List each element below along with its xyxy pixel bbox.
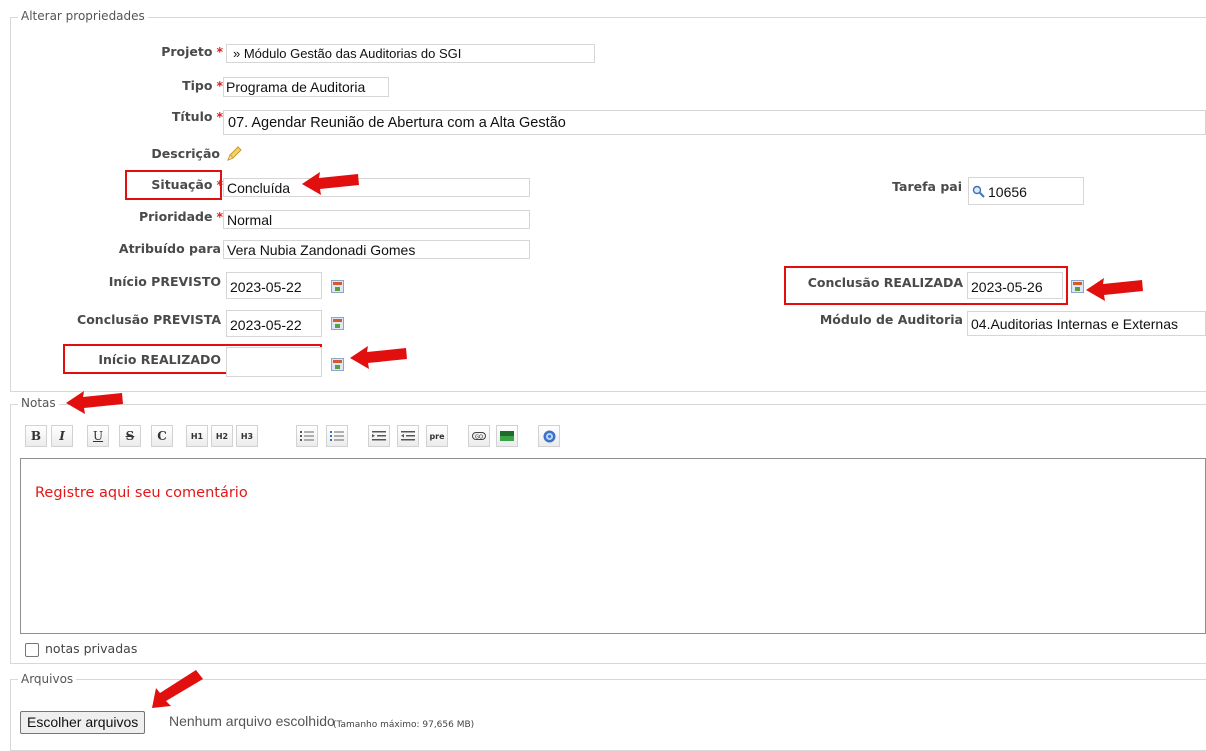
annotation-arrow-arquivos	[152, 670, 203, 708]
no-file-chosen-text: Nenhum arquivo escolhido	[169, 713, 335, 729]
h1-button[interactable]: H1	[186, 425, 208, 447]
link-button[interactable]: GO	[468, 425, 490, 447]
help-button[interactable]	[538, 425, 560, 447]
h3-button[interactable]: H3	[236, 425, 258, 447]
choose-files-button[interactable]: Escolher arquivos	[20, 711, 146, 734]
annotation-arrow-conclusao-realizada	[1086, 278, 1143, 301]
pencil-icon[interactable]	[225, 145, 243, 163]
conclusao-prevista-label: Conclusão PREVISTA	[77, 312, 221, 327]
files-legend: Arquivos	[18, 672, 77, 686]
image-icon	[500, 431, 514, 441]
notes-legend: Notas	[18, 396, 59, 410]
situacao-field[interactable]: Concluída	[223, 178, 530, 197]
outdent-button[interactable]	[368, 425, 390, 447]
search-icon	[972, 185, 985, 198]
inicio-previsto-calendar-icon[interactable]	[331, 280, 344, 293]
conclusao-realizada-calendar-icon[interactable]	[1071, 280, 1084, 293]
inicio-previsto-field[interactable]: 2023-05-22	[226, 272, 322, 299]
svg-text:GO: GO	[475, 434, 483, 440]
inicio-realizado-calendar-icon[interactable]	[331, 358, 344, 371]
atribuido-field[interactable]: Vera Nubia Zandonadi Gomes	[223, 240, 530, 259]
annotation-arrow-inicio-realizado	[350, 346, 407, 369]
underline-button[interactable]: U	[87, 425, 109, 447]
notes-textarea[interactable]: Registre aqui seu comentário	[20, 458, 1206, 634]
italic-button[interactable]: I	[51, 425, 73, 447]
bullet-list-button[interactable]	[296, 425, 318, 447]
properties-legend: Alterar propriedades	[18, 9, 148, 23]
projeto-label: Projeto *	[161, 44, 223, 59]
inicio-previsto-label: Início PREVISTO	[108, 274, 221, 289]
max-size-text: (Tamanho máximo: 97,656 MB)	[333, 720, 475, 730]
atribuido-label: Atribuído para	[118, 241, 221, 256]
indent-button[interactable]	[397, 425, 419, 447]
tipo-field[interactable]: Programa de Auditoria	[223, 77, 389, 97]
inicio-realizado-field[interactable]	[226, 347, 322, 377]
conclusao-prevista-field[interactable]: 2023-05-22	[226, 310, 322, 337]
annotation-arrow-situacao	[302, 172, 359, 195]
outdent-icon	[372, 431, 386, 441]
projeto-field[interactable]: » Módulo Gestão das Auditorias do SGI	[226, 44, 595, 63]
preformatted-button[interactable]: pre	[426, 425, 448, 447]
annotation-arrow-notas	[66, 391, 123, 414]
strikethrough-button[interactable]: S	[119, 425, 141, 447]
bold-button[interactable]: B	[25, 425, 47, 447]
link-icon: GO	[472, 432, 486, 440]
tarefa-pai-label: Tarefa pai	[892, 179, 962, 194]
modulo-field[interactable]: 04.Auditorias Internas e Externas	[967, 311, 1206, 336]
prioridade-label: Prioridade *	[138, 209, 223, 224]
tarefa-pai-field[interactable]: 10656	[968, 177, 1084, 205]
image-button[interactable]	[496, 425, 518, 447]
prioridade-field[interactable]: Normal	[223, 210, 530, 229]
bullet-list-icon	[300, 431, 314, 441]
private-notes-label: notas privadas	[45, 641, 138, 656]
h2-button[interactable]: H2	[211, 425, 233, 447]
conclusao-realizada-field[interactable]: 2023-05-26	[967, 272, 1063, 299]
private-notes-checkbox[interactable]	[25, 643, 39, 657]
inicio-realizado-label: Início REALIZADO	[98, 352, 221, 367]
indent-icon	[401, 431, 415, 441]
conclusao-prevista-calendar-icon[interactable]	[331, 317, 344, 330]
help-icon	[543, 430, 555, 442]
tipo-label: Tipo *	[182, 78, 223, 93]
modulo-label: Módulo de Auditoria	[819, 312, 963, 327]
titulo-label: Título *	[171, 109, 223, 124]
numbered-list-button[interactable]	[326, 425, 348, 447]
code-button[interactable]: C	[151, 425, 173, 447]
descricao-label: Descrição	[151, 146, 220, 161]
situacao-label: Situação *	[151, 177, 223, 192]
numbered-list-icon	[330, 431, 344, 441]
titulo-field[interactable]: 07. Agendar Reunião de Abertura com a Al…	[223, 110, 1206, 135]
conclusao-realizada-label: Conclusão REALIZADA	[807, 275, 963, 290]
